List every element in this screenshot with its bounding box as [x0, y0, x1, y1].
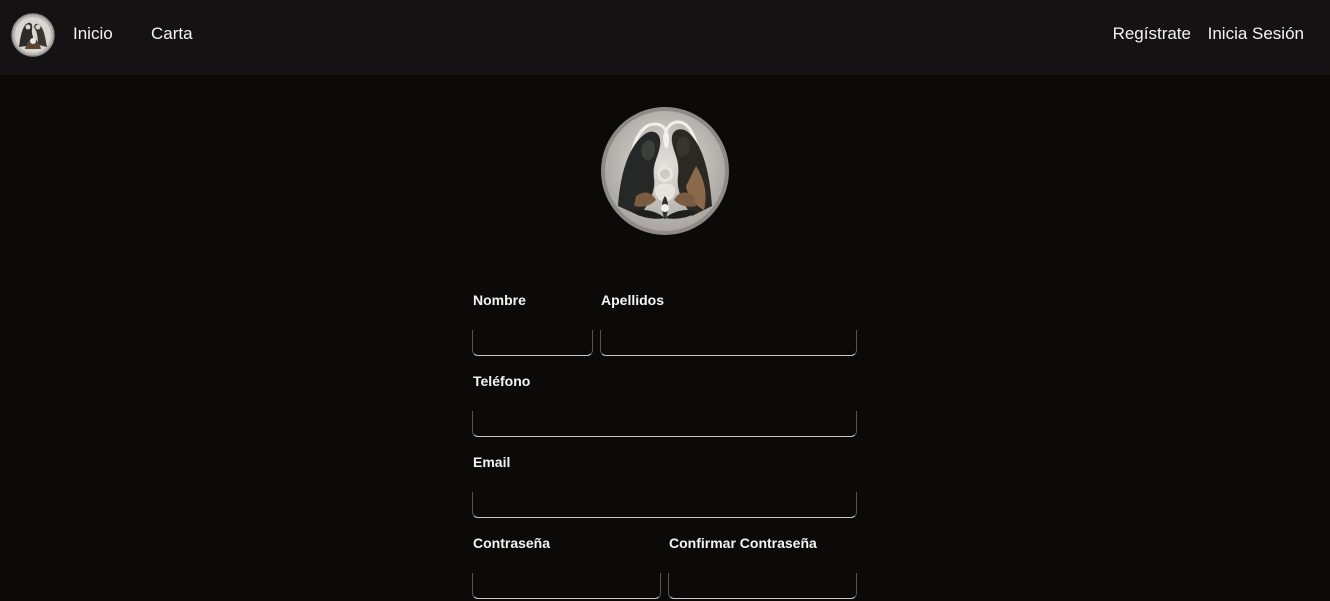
confirm-password-label: Confirmar Contraseña: [669, 535, 817, 551]
email-input[interactable]: [472, 492, 857, 518]
confirm-password-input[interactable]: [668, 573, 857, 599]
nombre-input[interactable]: [472, 330, 593, 356]
telefono-label: Teléfono: [473, 373, 531, 389]
email-label: Email: [473, 454, 511, 470]
holy-family-emblem-icon: [600, 106, 730, 236]
password-label: Contraseña: [473, 535, 551, 551]
telefono-input[interactable]: [472, 411, 857, 437]
apellidos-label: Apellidos: [601, 292, 665, 308]
nav-link-carta[interactable]: Carta: [151, 24, 193, 44]
nav-link-inicio[interactable]: Inicio: [73, 24, 113, 44]
nombre-label: Nombre: [473, 292, 526, 308]
password-input[interactable]: [472, 573, 661, 599]
nav-link-login[interactable]: Inicia Sesión: [1208, 24, 1304, 44]
holy-family-logo-icon[interactable]: [11, 13, 55, 57]
apellidos-input[interactable]: [600, 330, 857, 356]
navbar: Inicio Carta Regístrate Inicia Sesión: [0, 0, 1330, 75]
nav-link-registrate[interactable]: Regístrate: [1113, 24, 1191, 44]
